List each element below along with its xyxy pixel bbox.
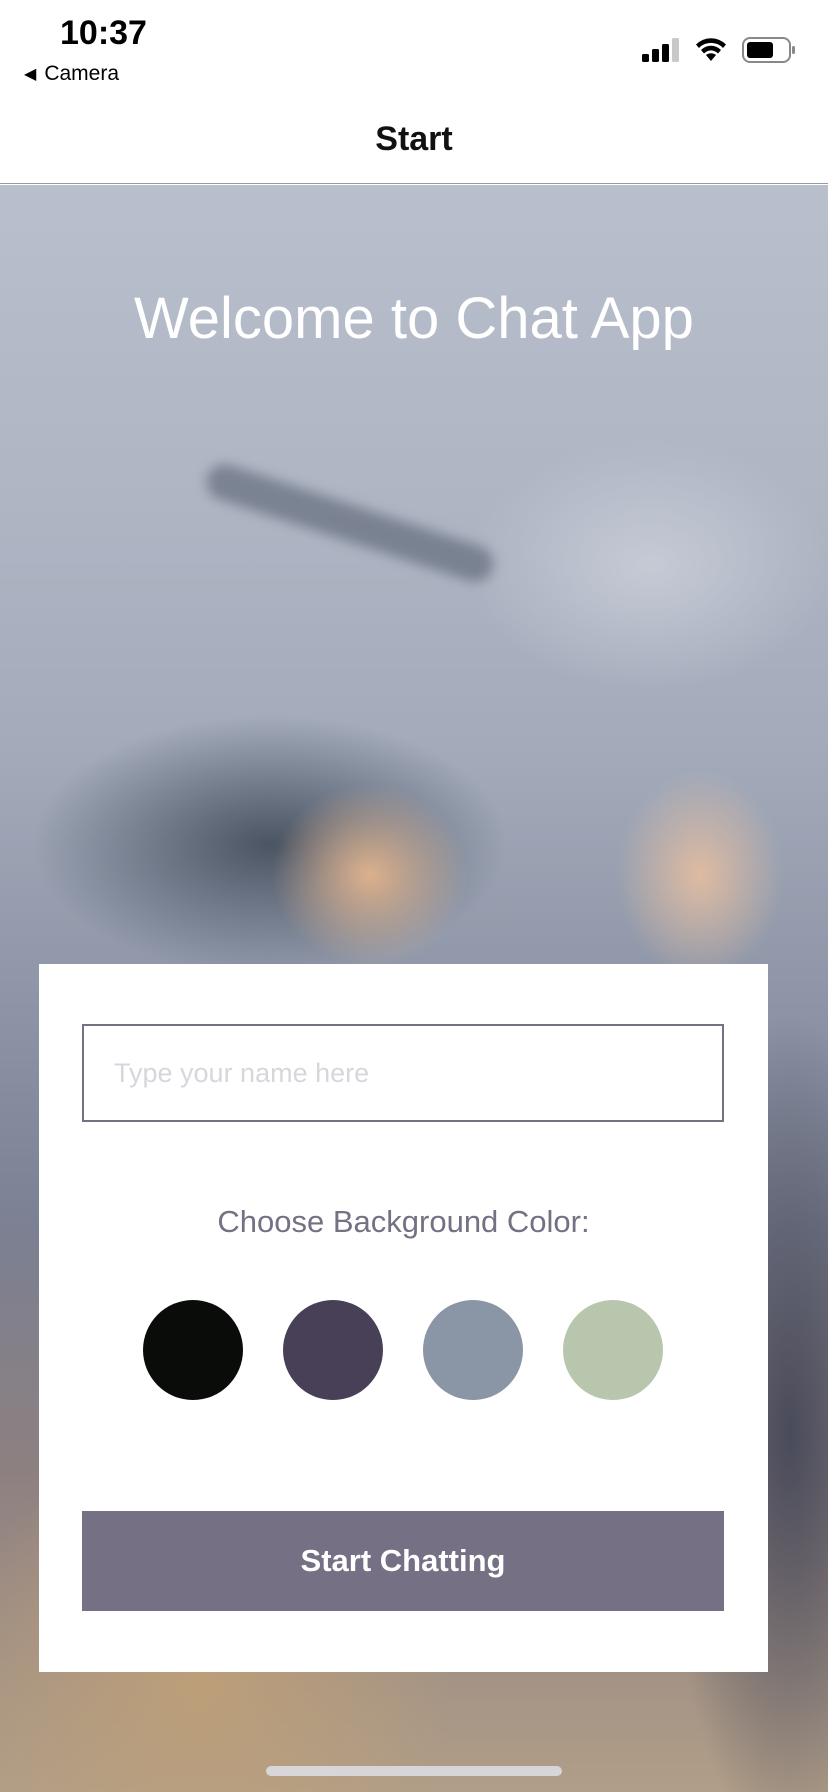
name-input[interactable] xyxy=(82,1024,724,1122)
back-app-label: Camera xyxy=(44,62,120,85)
battery-icon xyxy=(742,37,795,63)
start-chatting-button[interactable]: Start Chatting xyxy=(82,1511,724,1611)
status-bar: 10:37 ◀ Camera xyxy=(0,0,828,96)
status-time: 10:37 xyxy=(60,14,147,52)
back-to-app-link[interactable]: ◀ Camera xyxy=(24,62,119,86)
home-indicator[interactable] xyxy=(266,1766,562,1776)
start-screen: 10:37 ◀ Camera Start Welcome to Chat App… xyxy=(0,0,828,1792)
cellular-signal-icon xyxy=(642,38,679,62)
start-form-card: Choose Background Color: Start Chatting xyxy=(39,964,768,1672)
choose-color-label: Choose Background Color: xyxy=(217,1204,590,1239)
color-swatch-sage[interactable] xyxy=(563,1300,663,1400)
status-icons xyxy=(642,36,796,64)
navigation-bar: Start xyxy=(0,96,828,184)
welcome-title: Welcome to Chat App xyxy=(134,286,694,351)
color-swatches xyxy=(143,1300,663,1400)
back-triangle-icon: ◀ xyxy=(24,66,37,83)
color-swatch-black[interactable] xyxy=(143,1300,243,1400)
background-shape xyxy=(201,459,499,587)
color-swatch-dark-purple[interactable] xyxy=(283,1300,383,1400)
nav-title: Start xyxy=(375,120,453,158)
wifi-icon xyxy=(696,38,726,61)
color-swatch-slate[interactable] xyxy=(423,1300,523,1400)
